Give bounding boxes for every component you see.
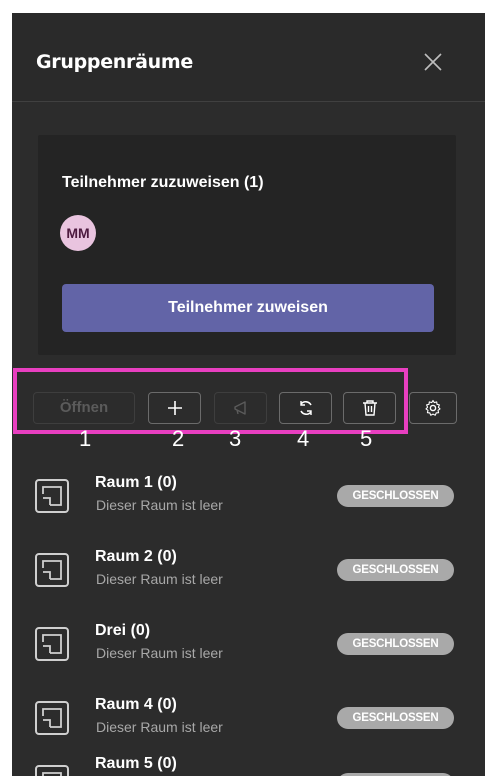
panel-header: Gruppenräume [12, 13, 485, 102]
avatar[interactable]: MM [60, 215, 96, 251]
room-settings-button[interactable] [409, 392, 457, 424]
unassigned-participants-card: Teilnehmer zuzuweisen (1) MM Teilnehmer … [38, 135, 456, 355]
room-status: Dieser Raum ist leer [96, 645, 223, 661]
annotation-number: 5 [360, 426, 373, 451]
toolbar-highlight-box [13, 368, 408, 434]
annotation-number: 1 [79, 426, 92, 451]
assign-participants-button[interactable]: Teilnehmer zuweisen [62, 284, 434, 332]
annotation-number: 2 [172, 426, 185, 451]
room-name: Raum 4 (0) [95, 696, 177, 713]
room-icon [35, 765, 69, 776]
room-status: Dieser Raum ist leer [96, 719, 223, 735]
annotation-number: 3 [229, 426, 242, 451]
room-icon [35, 701, 69, 735]
room-name: Raum 5 (0) [95, 755, 177, 772]
room-status: Dieser Raum ist leer [96, 497, 223, 513]
close-icon[interactable] [422, 51, 444, 73]
room-icon [35, 553, 69, 587]
room-list-item[interactable]: Raum 2 (0) Dieser Raum ist leer GESCHLOS… [12, 539, 485, 599]
room-name: Raum 1 (0) [95, 474, 177, 491]
room-icon [35, 627, 69, 661]
room-list-item[interactable]: Drei (0) Dieser Raum ist leer GESCHLOSSE… [12, 613, 485, 673]
room-status: Dieser Raum ist leer [96, 571, 223, 587]
room-list-item[interactable]: Raum 5 (0) [12, 751, 485, 776]
panel-title: Gruppenräume [36, 51, 193, 73]
room-list-item[interactable]: Raum 4 (0) Dieser Raum ist leer GESCHLOS… [12, 687, 485, 747]
status-badge: GESCHLOSSEN [337, 485, 454, 507]
room-list-item[interactable]: Raum 1 (0) Dieser Raum ist leer GESCHLOS… [12, 465, 485, 525]
room-name: Drei (0) [95, 622, 151, 639]
gear-icon [425, 399, 441, 416]
status-badge: GESCHLOSSEN [337, 707, 454, 729]
annotation-number: 4 [297, 426, 310, 451]
status-badge: GESCHLOSSEN [337, 633, 454, 655]
room-icon [35, 479, 69, 513]
unassigned-heading: Teilnehmer zuzuweisen (1) [62, 174, 264, 191]
room-name: Raum 2 (0) [95, 548, 177, 565]
status-badge: GESCHLOSSEN [337, 559, 454, 581]
